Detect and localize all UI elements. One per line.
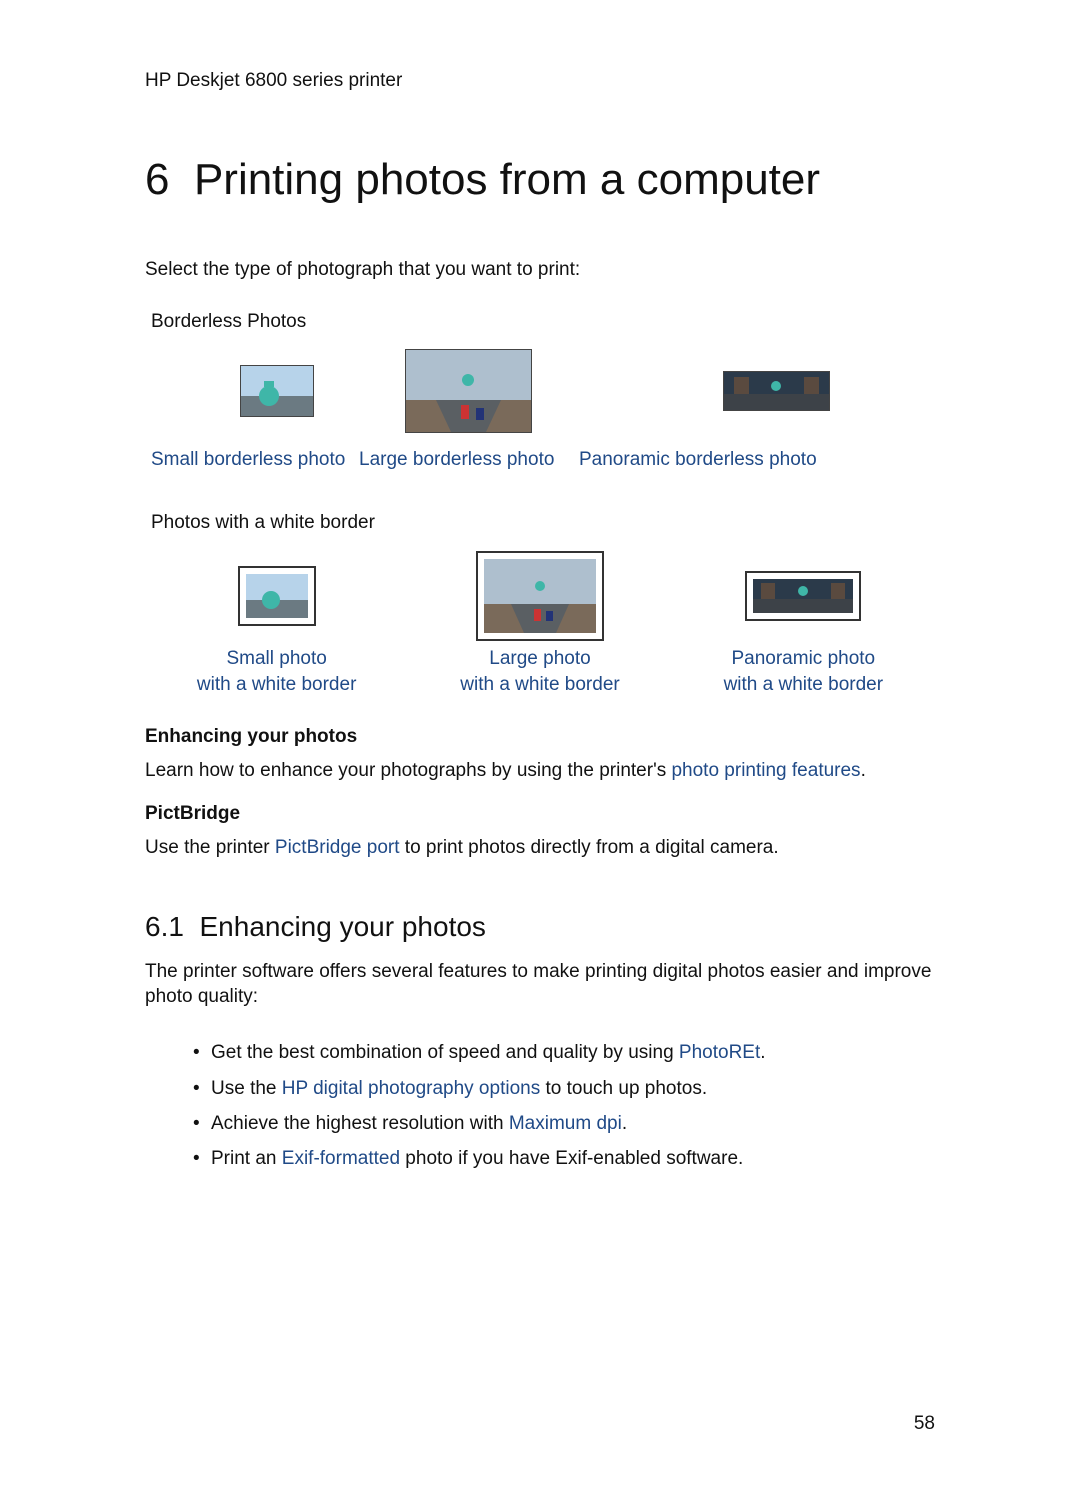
thumb-panoramic-whiteborder [747, 573, 859, 619]
link-panoramic-borderless[interactable]: Panoramic borderless photo [579, 447, 935, 473]
intro-paragraph: Select the type of photograph that you w… [145, 257, 935, 283]
chapter-title-text: Printing photos from a computer [194, 155, 820, 204]
page-number: 58 [914, 1413, 935, 1435]
whiteborder-label: Photos with a white border [145, 512, 935, 534]
pictbridge-text-before: Use the printer [145, 837, 275, 858]
bullet-2-before: Use the [211, 1078, 282, 1099]
thumb-large-whiteborder [478, 553, 602, 639]
pictbridge-paragraph: Use the printer PictBridge port to print… [145, 835, 935, 861]
enhance-text-before: Learn how to enhance your photographs by… [145, 760, 671, 781]
link-small-borderless[interactable]: Small borderless photo [151, 447, 359, 473]
borderless-caption-row: Small borderless photo Large borderless … [145, 447, 935, 473]
feature-bullet-list: Get the best combination of speed and qu… [193, 1038, 935, 1174]
bullet-1: Get the best combination of speed and qu… [193, 1038, 935, 1067]
enhance-heading: Enhancing your photos [145, 726, 935, 748]
bullet-1-before: Get the best combination of speed and qu… [211, 1042, 679, 1063]
running-header: HP Deskjet 6800 series printer [145, 70, 935, 92]
bullet-1-after: . [760, 1042, 765, 1063]
borderless-thumb-row [145, 345, 935, 437]
bullet-3-before: Achieve the highest resolution with [211, 1113, 509, 1134]
link-photo-printing-features[interactable]: photo printing features [671, 760, 860, 781]
link-maximum-dpi[interactable]: Maximum dpi [509, 1113, 622, 1134]
enhance-text-after: . [861, 760, 866, 781]
document-page: HP Deskjet 6800 series printer 6 Printin… [0, 0, 1080, 1495]
link-large-borderless[interactable]: Large borderless photo [359, 447, 579, 473]
borderless-cell-small [145, 345, 353, 437]
whiteborder-cell-pano: Panoramic photo with a white border [672, 546, 935, 697]
link-pano-whiteborder-l1[interactable]: Panoramic photo [724, 646, 883, 672]
whiteborder-cell-large: Large photo with a white border [408, 546, 671, 697]
bullet-4-after: photo if you have Exif-enabled software. [400, 1148, 743, 1169]
section-title: Enhancing your photos [200, 911, 486, 942]
borderless-label: Borderless Photos [145, 311, 935, 333]
bullet-2-after: to touch up photos. [540, 1078, 707, 1099]
chapter-number: 6 [145, 155, 169, 204]
thumb-small-whiteborder [240, 568, 314, 624]
borderless-cell-pano [573, 345, 935, 437]
link-large-whiteborder-l2[interactable]: with a white border [460, 672, 619, 698]
bullet-4-before: Print an [211, 1148, 282, 1169]
link-pano-whiteborder-l2[interactable]: with a white border [724, 672, 883, 698]
link-exif-formatted[interactable]: Exif-formatted [282, 1148, 400, 1169]
section-6-1-intro: The printer software offers several feat… [145, 959, 935, 1010]
thumb-small-borderless [240, 365, 314, 417]
pictbridge-heading: PictBridge [145, 803, 935, 825]
thumb-panoramic-borderless [723, 371, 830, 411]
bullet-3: Achieve the highest resolution with Maxi… [193, 1109, 935, 1138]
thumb-large-borderless [405, 349, 532, 433]
link-hp-digital-photography-options[interactable]: HP digital photography options [282, 1078, 540, 1099]
link-pictbridge-port[interactable]: PictBridge port [275, 837, 400, 858]
section-6-1-heading: 6.1 Enhancing your photos [145, 911, 935, 943]
enhance-paragraph: Learn how to enhance your photographs by… [145, 758, 935, 784]
link-small-whiteborder-l1[interactable]: Small photo [197, 646, 356, 672]
link-large-whiteborder-l1[interactable]: Large photo [460, 646, 619, 672]
link-photoret[interactable]: PhotoREt [679, 1042, 760, 1063]
whiteborder-thumb-row: Small photo with a white border Large ph… [145, 546, 935, 697]
bullet-4: Print an Exif-formatted photo if you hav… [193, 1144, 935, 1173]
bullet-2: Use the HP digital photography options t… [193, 1074, 935, 1103]
link-small-whiteborder-l2[interactable]: with a white border [197, 672, 356, 698]
section-number: 6.1 [145, 911, 184, 942]
pictbridge-text-after: to print photos directly from a digital … [400, 837, 779, 858]
whiteborder-cell-small: Small photo with a white border [145, 546, 408, 697]
borderless-cell-large [353, 345, 573, 437]
bullet-3-after: . [622, 1113, 627, 1134]
chapter-title: 6 Printing photos from a computer [145, 152, 935, 207]
